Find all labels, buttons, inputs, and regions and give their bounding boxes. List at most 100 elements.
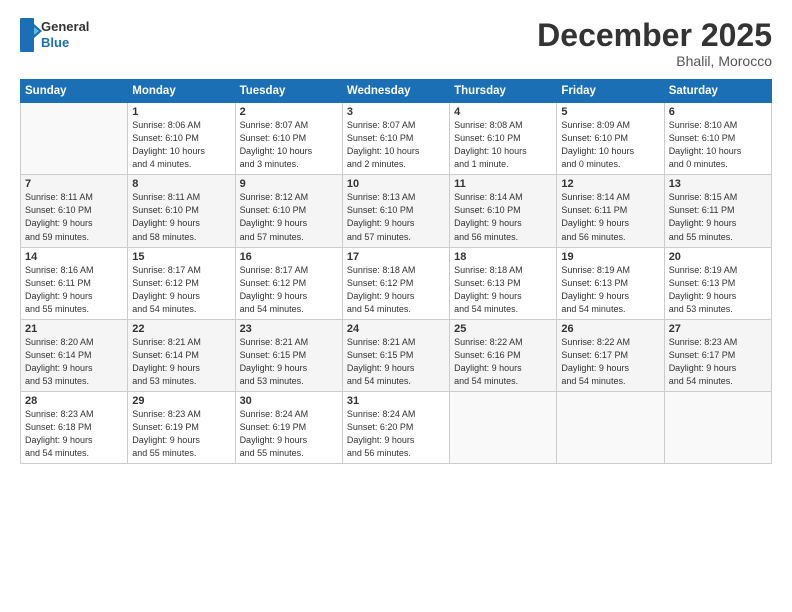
week-row-4: 21Sunrise: 8:20 AM Sunset: 6:14 PM Dayli… — [21, 319, 772, 391]
day-info: Sunrise: 8:18 AM Sunset: 6:12 PM Dayligh… — [347, 264, 445, 316]
day-number: 6 — [669, 106, 767, 118]
day-info: Sunrise: 8:23 AM Sunset: 6:19 PM Dayligh… — [132, 408, 230, 460]
day-info: Sunrise: 8:23 AM Sunset: 6:18 PM Dayligh… — [25, 408, 123, 460]
day-cell: 25Sunrise: 8:22 AM Sunset: 6:16 PM Dayli… — [450, 319, 557, 391]
day-info: Sunrise: 8:16 AM Sunset: 6:11 PM Dayligh… — [25, 264, 123, 316]
day-cell: 3Sunrise: 8:07 AM Sunset: 6:10 PM Daylig… — [342, 103, 449, 175]
day-cell: 26Sunrise: 8:22 AM Sunset: 6:17 PM Dayli… — [557, 319, 664, 391]
logo-text-container: General Blue — [41, 19, 89, 50]
day-info: Sunrise: 8:12 AM Sunset: 6:10 PM Dayligh… — [240, 191, 338, 243]
calendar-page: General Blue December 2025 Bhalil, Moroc… — [0, 0, 792, 612]
day-cell: 27Sunrise: 8:23 AM Sunset: 6:17 PM Dayli… — [664, 319, 771, 391]
day-number: 14 — [25, 251, 123, 263]
day-number: 31 — [347, 395, 445, 407]
day-cell: 18Sunrise: 8:18 AM Sunset: 6:13 PM Dayli… — [450, 247, 557, 319]
day-cell: 1Sunrise: 8:06 AM Sunset: 6:10 PM Daylig… — [128, 103, 235, 175]
header: General Blue December 2025 Bhalil, Moroc… — [20, 18, 772, 69]
day-info: Sunrise: 8:22 AM Sunset: 6:17 PM Dayligh… — [561, 336, 659, 388]
day-info: Sunrise: 8:23 AM Sunset: 6:17 PM Dayligh… — [669, 336, 767, 388]
day-number: 7 — [25, 178, 123, 190]
day-info: Sunrise: 8:24 AM Sunset: 6:19 PM Dayligh… — [240, 408, 338, 460]
header-cell-monday: Monday — [128, 80, 235, 103]
day-cell: 17Sunrise: 8:18 AM Sunset: 6:12 PM Dayli… — [342, 247, 449, 319]
day-info: Sunrise: 8:13 AM Sunset: 6:10 PM Dayligh… — [347, 191, 445, 243]
week-row-5: 28Sunrise: 8:23 AM Sunset: 6:18 PM Dayli… — [21, 391, 772, 463]
day-number: 19 — [561, 251, 659, 263]
day-number: 20 — [669, 251, 767, 263]
day-info: Sunrise: 8:18 AM Sunset: 6:13 PM Dayligh… — [454, 264, 552, 316]
logo: General Blue — [20, 18, 89, 52]
day-number: 13 — [669, 178, 767, 190]
day-number: 25 — [454, 323, 552, 335]
day-cell: 11Sunrise: 8:14 AM Sunset: 6:10 PM Dayli… — [450, 175, 557, 247]
day-number: 27 — [669, 323, 767, 335]
day-cell: 22Sunrise: 8:21 AM Sunset: 6:14 PM Dayli… — [128, 319, 235, 391]
day-cell: 29Sunrise: 8:23 AM Sunset: 6:19 PM Dayli… — [128, 391, 235, 463]
header-cell-friday: Friday — [557, 80, 664, 103]
day-cell: 6Sunrise: 8:10 AM Sunset: 6:10 PM Daylig… — [664, 103, 771, 175]
day-number: 4 — [454, 106, 552, 118]
day-number: 26 — [561, 323, 659, 335]
day-number: 21 — [25, 323, 123, 335]
day-number: 24 — [347, 323, 445, 335]
day-info: Sunrise: 8:19 AM Sunset: 6:13 PM Dayligh… — [669, 264, 767, 316]
header-cell-thursday: Thursday — [450, 80, 557, 103]
day-cell: 30Sunrise: 8:24 AM Sunset: 6:19 PM Dayli… — [235, 391, 342, 463]
day-info: Sunrise: 8:21 AM Sunset: 6:15 PM Dayligh… — [240, 336, 338, 388]
day-info: Sunrise: 8:19 AM Sunset: 6:13 PM Dayligh… — [561, 264, 659, 316]
day-info: Sunrise: 8:09 AM Sunset: 6:10 PM Dayligh… — [561, 119, 659, 171]
day-info: Sunrise: 8:15 AM Sunset: 6:11 PM Dayligh… — [669, 191, 767, 243]
day-cell: 21Sunrise: 8:20 AM Sunset: 6:14 PM Dayli… — [21, 319, 128, 391]
logo-blue: Blue — [41, 35, 89, 51]
logo-container: General Blue — [20, 18, 89, 52]
day-number: 9 — [240, 178, 338, 190]
day-info: Sunrise: 8:24 AM Sunset: 6:20 PM Dayligh… — [347, 408, 445, 460]
day-cell: 14Sunrise: 8:16 AM Sunset: 6:11 PM Dayli… — [21, 247, 128, 319]
day-number: 17 — [347, 251, 445, 263]
day-cell: 24Sunrise: 8:21 AM Sunset: 6:15 PM Dayli… — [342, 319, 449, 391]
week-row-2: 7Sunrise: 8:11 AM Sunset: 6:10 PM Daylig… — [21, 175, 772, 247]
day-info: Sunrise: 8:17 AM Sunset: 6:12 PM Dayligh… — [240, 264, 338, 316]
day-cell: 12Sunrise: 8:14 AM Sunset: 6:11 PM Dayli… — [557, 175, 664, 247]
day-cell: 23Sunrise: 8:21 AM Sunset: 6:15 PM Dayli… — [235, 319, 342, 391]
day-number: 10 — [347, 178, 445, 190]
day-number: 29 — [132, 395, 230, 407]
day-info: Sunrise: 8:07 AM Sunset: 6:10 PM Dayligh… — [240, 119, 338, 171]
day-cell: 28Sunrise: 8:23 AM Sunset: 6:18 PM Dayli… — [21, 391, 128, 463]
day-number: 28 — [25, 395, 123, 407]
day-number: 16 — [240, 251, 338, 263]
header-cell-wednesday: Wednesday — [342, 80, 449, 103]
day-number: 2 — [240, 106, 338, 118]
day-cell — [664, 391, 771, 463]
day-cell: 4Sunrise: 8:08 AM Sunset: 6:10 PM Daylig… — [450, 103, 557, 175]
day-info: Sunrise: 8:21 AM Sunset: 6:15 PM Dayligh… — [347, 336, 445, 388]
header-cell-sunday: Sunday — [21, 80, 128, 103]
day-number: 23 — [240, 323, 338, 335]
header-cell-tuesday: Tuesday — [235, 80, 342, 103]
day-cell — [21, 103, 128, 175]
day-info: Sunrise: 8:17 AM Sunset: 6:12 PM Dayligh… — [132, 264, 230, 316]
day-info: Sunrise: 8:11 AM Sunset: 6:10 PM Dayligh… — [132, 191, 230, 243]
day-info: Sunrise: 8:11 AM Sunset: 6:10 PM Dayligh… — [25, 191, 123, 243]
header-cell-saturday: Saturday — [664, 80, 771, 103]
day-number: 5 — [561, 106, 659, 118]
day-cell: 16Sunrise: 8:17 AM Sunset: 6:12 PM Dayli… — [235, 247, 342, 319]
day-number: 22 — [132, 323, 230, 335]
day-cell: 20Sunrise: 8:19 AM Sunset: 6:13 PM Dayli… — [664, 247, 771, 319]
day-info: Sunrise: 8:21 AM Sunset: 6:14 PM Dayligh… — [132, 336, 230, 388]
week-row-3: 14Sunrise: 8:16 AM Sunset: 6:11 PM Dayli… — [21, 247, 772, 319]
day-info: Sunrise: 8:22 AM Sunset: 6:16 PM Dayligh… — [454, 336, 552, 388]
title-block: December 2025 Bhalil, Morocco — [537, 18, 772, 69]
logo-icon-container — [20, 18, 38, 52]
day-number: 11 — [454, 178, 552, 190]
logo-arrow-light — [34, 27, 39, 35]
day-cell — [557, 391, 664, 463]
day-cell: 8Sunrise: 8:11 AM Sunset: 6:10 PM Daylig… — [128, 175, 235, 247]
day-info: Sunrise: 8:10 AM Sunset: 6:10 PM Dayligh… — [669, 119, 767, 171]
day-info: Sunrise: 8:07 AM Sunset: 6:10 PM Dayligh… — [347, 119, 445, 171]
day-cell — [450, 391, 557, 463]
day-cell: 31Sunrise: 8:24 AM Sunset: 6:20 PM Dayli… — [342, 391, 449, 463]
day-number: 18 — [454, 251, 552, 263]
day-number: 12 — [561, 178, 659, 190]
calendar-table: SundayMondayTuesdayWednesdayThursdayFrid… — [20, 79, 772, 464]
